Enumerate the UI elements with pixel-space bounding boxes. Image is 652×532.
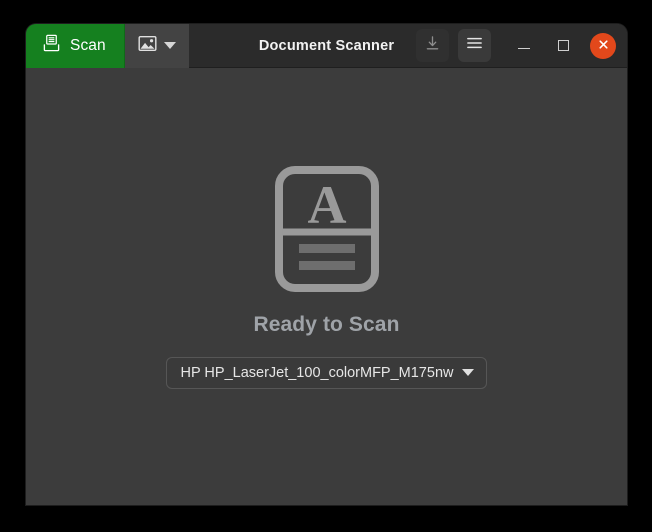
- scan-button-label: Scan: [70, 36, 106, 54]
- application-window: Scan Document Scanner A Ready to Scan HP…: [26, 24, 627, 505]
- device-selector-value: HP HP_LaserJet_100_colorMFP_M175nw: [180, 364, 454, 381]
- device-selector-dropdown[interactable]: HP HP_LaserJet_100_colorMFP_M175nw: [165, 356, 488, 389]
- main-menu-button[interactable]: [458, 29, 491, 62]
- maximize-icon: [557, 40, 569, 51]
- maximize-button[interactable]: [550, 33, 576, 59]
- header-bar: Scan Document Scanner: [26, 24, 627, 68]
- picture-icon: [138, 35, 157, 57]
- minimize-icon: [518, 47, 530, 50]
- header-right-group: [407, 29, 627, 62]
- desktop-background: Scan Document Scanner A Ready to Scan HP…: [0, 0, 652, 532]
- scan-source-dropdown-button[interactable]: [124, 24, 189, 68]
- save-button[interactable]: [416, 29, 449, 62]
- status-label: Ready to Scan: [253, 312, 400, 336]
- close-button[interactable]: [590, 32, 616, 59]
- save-download-icon: [424, 35, 441, 57]
- chevron-down-icon: [163, 42, 176, 49]
- scanner-icon: [42, 34, 61, 58]
- scan-button[interactable]: Scan: [26, 24, 125, 68]
- header-left-group: Scan: [26, 24, 189, 68]
- chevron-down-icon: [462, 369, 475, 376]
- minimize-button[interactable]: [511, 33, 537, 59]
- document-page-icon: A: [274, 165, 379, 297]
- close-icon: [598, 37, 609, 55]
- hamburger-menu-icon: [466, 36, 483, 55]
- scan-preview-area: A Ready to Scan HP HP_LaserJet_100_color…: [26, 68, 627, 504]
- svg-text:A: A: [307, 175, 346, 235]
